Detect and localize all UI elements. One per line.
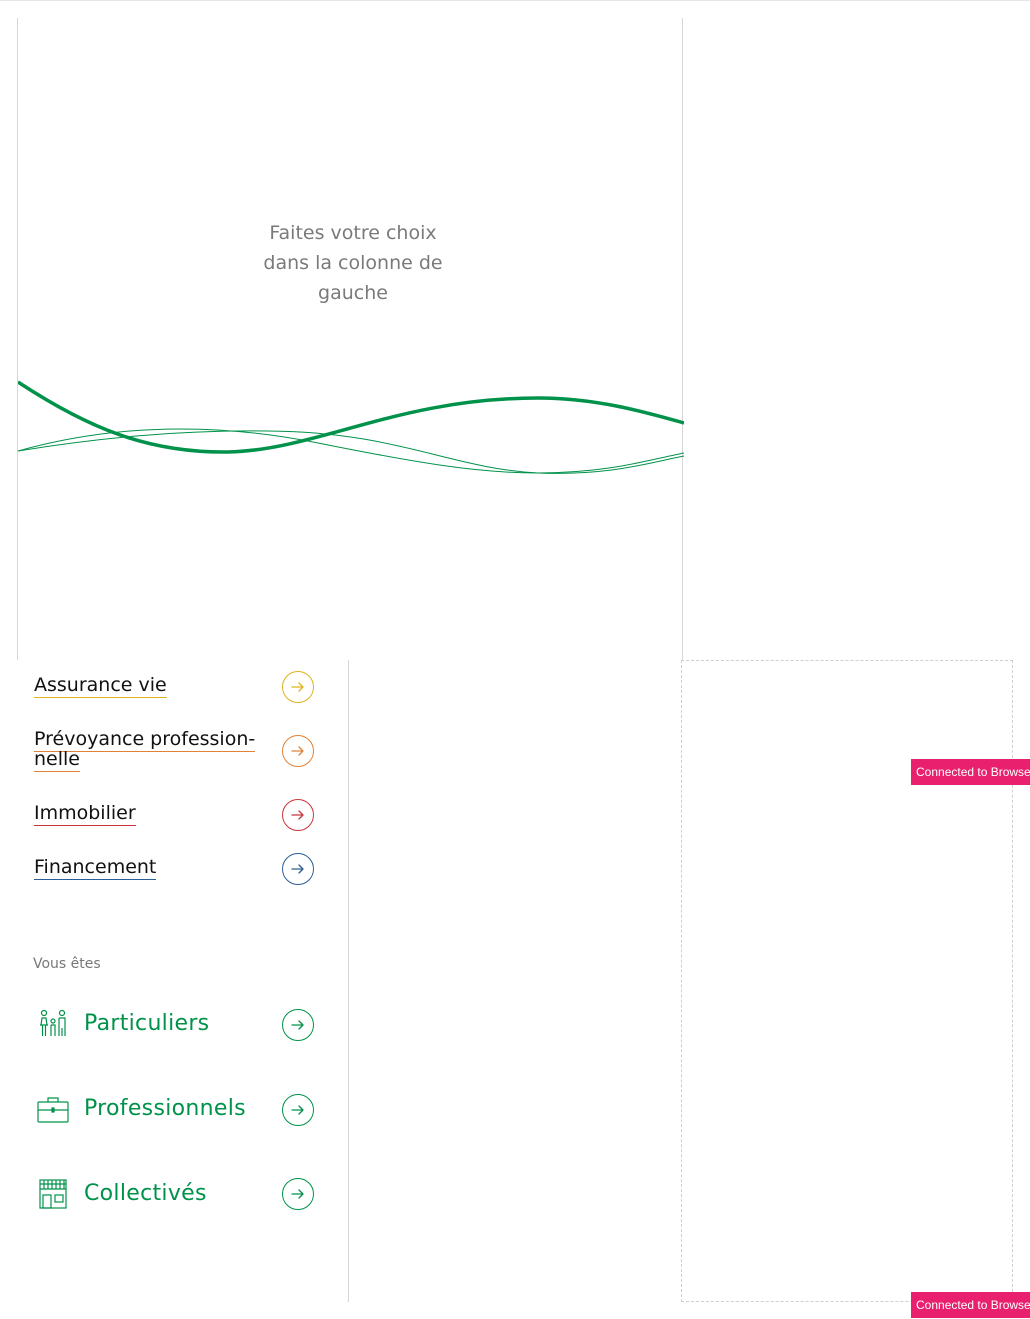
segment-arrow-button-professionnels[interactable] xyxy=(282,1094,314,1126)
content-placeholder-panel: Faites votre choix dans la colonne de ga… xyxy=(17,18,684,660)
segment-label: Collectivés xyxy=(84,1181,207,1206)
product-link-prevoyance[interactable]: Prévoyance profession- nelle xyxy=(34,728,274,772)
placeholder-line-2: dans la colonne de xyxy=(263,252,443,274)
arrow-right-icon xyxy=(291,682,304,692)
segment-arrow-button-collectivites[interactable] xyxy=(282,1178,314,1210)
left-menu-column: Assurance vie Prévoyance profession- nel… xyxy=(17,660,349,1302)
product-label-line-2: nelle xyxy=(34,748,80,772)
product-arrow-button-immobilier[interactable] xyxy=(282,799,314,831)
briefcase-icon xyxy=(37,1097,69,1123)
placeholder-line-3: gauche xyxy=(318,282,388,304)
placeholder-line-1: Faites votre choix xyxy=(269,222,437,244)
product-link-financement[interactable]: Financement xyxy=(34,856,274,880)
wave-thick xyxy=(18,380,684,454)
segments-heading: Vous êtes xyxy=(33,956,101,972)
family-icon xyxy=(40,1009,66,1036)
arrow-right-icon xyxy=(291,746,304,756)
product-arrow-button-assurance-vie[interactable] xyxy=(282,671,314,703)
wave-thin-2 xyxy=(18,430,684,474)
product-label: Immobilier xyxy=(34,802,136,826)
top-divider xyxy=(0,0,1030,1)
segment-arrow-button-particuliers[interactable] xyxy=(282,1009,314,1041)
product-label: Financement xyxy=(34,856,157,880)
connected-badge-bottom: Connected to Browse xyxy=(911,1292,1030,1318)
product-arrow-button-prevoyance[interactable] xyxy=(282,735,314,767)
product-link-assurance-vie[interactable]: Assurance vie xyxy=(34,674,274,698)
segment-label: Professionnels xyxy=(84,1096,246,1121)
product-link-immobilier[interactable]: Immobilier xyxy=(34,802,274,826)
arrow-right-icon xyxy=(291,1020,304,1030)
arrow-right-icon xyxy=(291,1189,304,1199)
placeholder-message: Faites votre choix dans la colonne de ga… xyxy=(258,218,448,308)
connected-badge: Connected to Browse xyxy=(911,759,1030,785)
arrow-right-icon xyxy=(291,810,304,820)
right-dashed-panel xyxy=(681,660,1013,1302)
product-arrow-button-financement[interactable] xyxy=(282,853,314,885)
building-icon xyxy=(39,1179,67,1209)
segment-label: Particuliers xyxy=(84,1011,210,1036)
arrow-right-icon xyxy=(291,1105,304,1115)
decorative-waves xyxy=(18,380,684,474)
arrow-right-icon xyxy=(291,864,304,874)
product-label: Assurance vie xyxy=(34,674,167,698)
